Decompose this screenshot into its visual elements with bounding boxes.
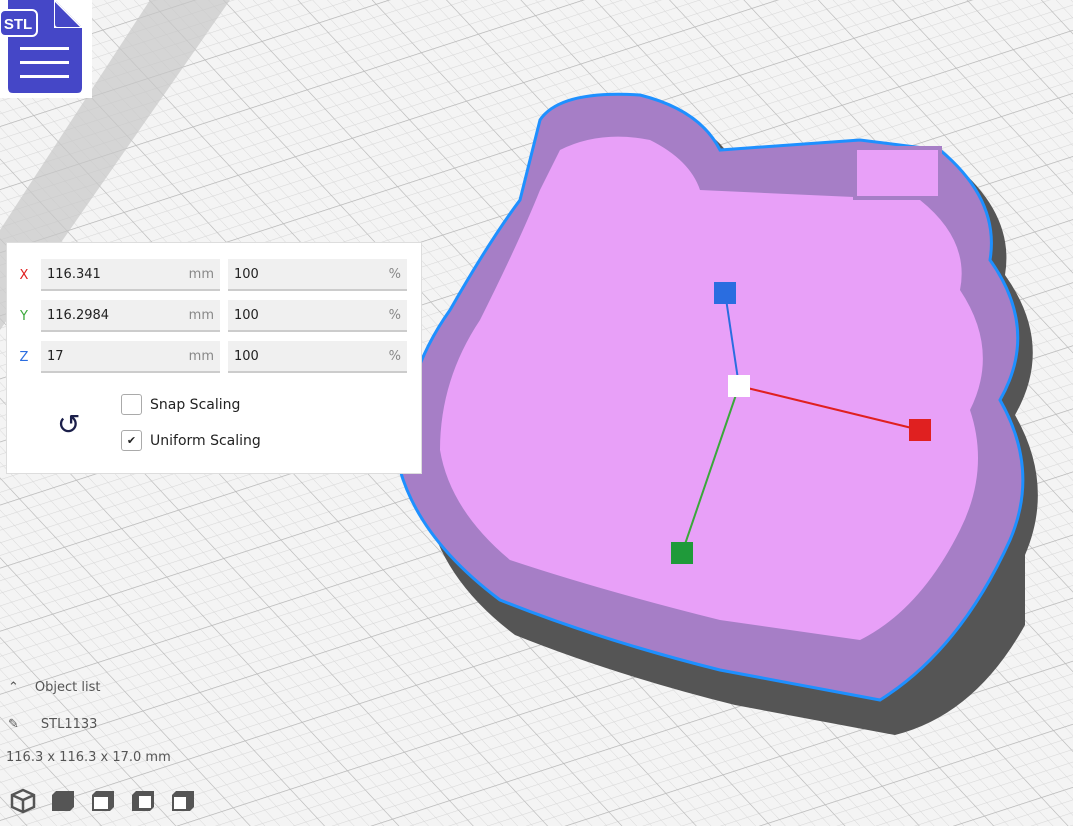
axis-label-z: Z: [7, 350, 41, 365]
top-view-icon[interactable]: [90, 788, 116, 814]
axis-label-y: Y: [7, 309, 41, 324]
z-mm-input[interactable]: 17mm: [41, 341, 220, 373]
left-view-icon[interactable]: [130, 788, 156, 814]
snap-scaling-checkbox[interactable]: Snap Scaling: [121, 394, 240, 415]
y-scale-handle: [671, 542, 693, 564]
view-buttons: [10, 788, 196, 814]
z-scale-handle: [714, 282, 736, 304]
x-scale-handle: [909, 419, 931, 441]
right-view-icon[interactable]: [170, 788, 196, 814]
x-mm-input[interactable]: 116.341mm: [41, 259, 220, 291]
scale-tool-panel: X 116.341mm 100% Y 116.2984mm 100% Z 17m…: [6, 242, 422, 474]
x-percent-input[interactable]: 100%: [228, 259, 407, 291]
reset-scale-icon[interactable]: ↺: [57, 408, 80, 441]
axis-label-x: X: [7, 268, 41, 283]
front-view-icon[interactable]: [50, 788, 76, 814]
scale-row-y: Y 116.2984mm 100%: [7, 300, 407, 332]
checkbox-box[interactable]: [121, 394, 142, 415]
object-list-toggle[interactable]: ⌃Object list: [8, 680, 100, 695]
3d-view-icon[interactable]: [10, 788, 36, 814]
scale-row-z: Z 17mm 100%: [7, 341, 407, 373]
y-percent-input[interactable]: 100%: [228, 300, 407, 332]
chevron-up-icon: ⌃: [8, 680, 19, 695]
scale-row-x: X 116.341mm 100%: [7, 259, 407, 291]
uniform-scaling-checkbox[interactable]: ✔Uniform Scaling: [121, 430, 261, 451]
object-name-row[interactable]: ✎STL1133: [8, 717, 97, 732]
pencil-icon[interactable]: ✎: [8, 717, 19, 732]
stl-file-logo: STL: [0, 0, 92, 98]
z-percent-input[interactable]: 100%: [228, 341, 407, 373]
y-mm-input[interactable]: 116.2984mm: [41, 300, 220, 332]
center-handle: [728, 375, 750, 397]
svg-text:STL: STL: [4, 16, 32, 33]
object-dimensions: 116.3 x 116.3 x 17.0 mm: [6, 750, 171, 765]
checkmark-icon[interactable]: ✔: [121, 430, 142, 451]
